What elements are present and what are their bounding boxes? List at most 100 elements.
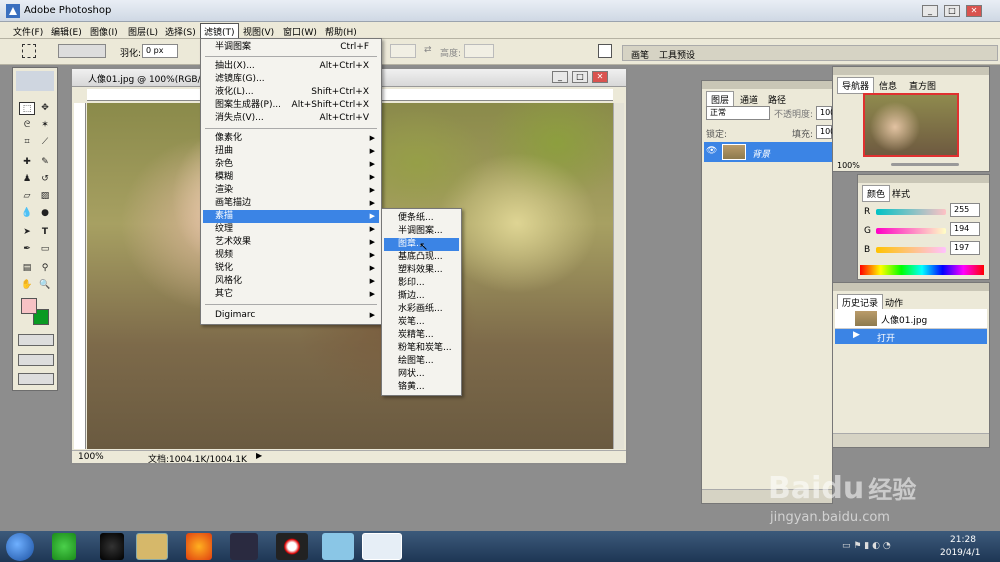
navigator-zoom[interactable]: 100%	[837, 161, 860, 170]
taskbar-player-icon[interactable]	[230, 533, 258, 560]
eyedropper-icon[interactable]: ⚲	[37, 262, 53, 275]
menu-window[interactable]: 窗口(W)	[280, 24, 320, 39]
menu-item-torn-edges[interactable]: 撕边...	[384, 290, 459, 303]
gradient-tool-icon[interactable]: ▨	[37, 190, 53, 203]
taskbar-qq-icon[interactable]	[100, 533, 124, 560]
visibility-eye-icon[interactable]: 👁	[706, 146, 717, 156]
menu-item-noise[interactable]: 杂色 ▶	[203, 158, 379, 171]
menu-item-sketch[interactable]: 素描 ▶	[203, 210, 379, 223]
menu-item-stylize[interactable]: 风格化 ▶	[203, 275, 379, 288]
menu-item-vanishing-point[interactable]: 消失点(V)... Alt+Ctrl+V	[203, 112, 379, 125]
menu-item-blur[interactable]: 模糊 ▶	[203, 171, 379, 184]
start-button[interactable]	[6, 533, 34, 561]
clone-stamp-icon[interactable]: ♟	[19, 173, 35, 186]
menu-image[interactable]: 图像(I)	[87, 24, 121, 39]
shape-tool-icon[interactable]: ▭	[37, 243, 53, 256]
menu-item-artistic[interactable]: 艺术效果 ▶	[203, 236, 379, 249]
navigator-zoom-slider[interactable]	[891, 163, 959, 166]
notes-tool-icon[interactable]: ▤	[19, 262, 35, 275]
hand-tool-icon[interactable]: ✋	[19, 279, 35, 292]
marquee-tool-preset-icon[interactable]	[22, 44, 36, 58]
green-value[interactable]: 194	[950, 222, 980, 236]
slice-tool-icon[interactable]: ⟋	[37, 136, 53, 149]
menu-item-extract[interactable]: 抽出(X)... Alt+Ctrl+X	[203, 60, 379, 73]
maximize-button[interactable]: □	[944, 5, 960, 17]
tab-histogram[interactable]: 直方图	[905, 78, 940, 93]
history-footer-buttons[interactable]	[833, 433, 989, 447]
zoom-tool-icon[interactable]: 🔍	[37, 279, 53, 292]
menu-item-pixelate[interactable]: 像素化 ▶	[203, 132, 379, 145]
dodge-tool-icon[interactable]: ●	[37, 207, 53, 220]
menu-item-brush-strokes[interactable]: 画笔描边 ▶	[203, 197, 379, 210]
taskbar-recorder-icon[interactable]	[276, 533, 308, 560]
navigator-preview[interactable]	[863, 93, 959, 157]
menu-help[interactable]: 帮助(H)	[322, 24, 360, 39]
menu-layer[interactable]: 图层(L)	[125, 24, 161, 39]
taskbar-app-360-icon[interactable]	[52, 533, 76, 560]
taskbar-photoshop-icon[interactable]	[362, 533, 402, 560]
menu-item-charcoal[interactable]: 炭笔...	[384, 316, 459, 329]
width-input[interactable]	[390, 44, 416, 58]
fill-input[interactable]: 100	[816, 125, 835, 139]
menu-item-digimarc[interactable]: Digimarc ▶	[203, 309, 379, 322]
lasso-tool-icon[interactable]: ᘓ	[19, 119, 35, 132]
menu-item-water-paper[interactable]: 水彩画纸...	[384, 303, 459, 316]
healing-brush-icon[interactable]: ✚	[19, 156, 35, 169]
menu-item-pattern-maker[interactable]: 图案生成器(P)... Alt+Shift+Ctrl+X	[203, 99, 379, 112]
menu-item-conte-crayon[interactable]: 炭精笔...	[384, 329, 459, 342]
screen-mode-buttons[interactable]	[18, 354, 54, 366]
history-snapshot-row[interactable]: 人像01.jpg	[835, 309, 987, 329]
tab-navigator[interactable]: 导航器	[837, 77, 875, 94]
tab-channels[interactable]: 通道	[736, 92, 762, 107]
menu-item-last-filter[interactable]: 半调图案 Ctrl+F	[203, 41, 379, 54]
menu-item-note-paper[interactable]: 便条纸...	[384, 212, 459, 225]
tab-brushes[interactable]: 画笔	[627, 47, 653, 62]
history-brush-icon[interactable]: ↺	[37, 173, 53, 186]
taskbar-firefox-icon[interactable]	[186, 533, 212, 560]
selection-mode-buttons[interactable]	[58, 44, 106, 58]
layer-row[interactable]: 👁 背景	[704, 142, 832, 162]
tab-info[interactable]: 信息	[875, 78, 901, 93]
menu-item-render[interactable]: 渲染 ▶	[203, 184, 379, 197]
menu-item-chalk-charcoal[interactable]: 粉笔和炭笔...	[384, 342, 459, 355]
menu-item-halftone-pattern[interactable]: 半调图案...	[384, 225, 459, 238]
menu-item-graphic-pen[interactable]: 绘图笔...	[384, 355, 459, 368]
height-input[interactable]	[464, 44, 494, 58]
menu-select[interactable]: 选择(S)	[162, 24, 199, 39]
green-slider[interactable]	[876, 228, 946, 234]
magic-wand-icon[interactable]: ✶	[37, 119, 53, 132]
taskbar-app-icon[interactable]	[322, 533, 354, 560]
foreground-color-swatch[interactable]	[21, 298, 37, 314]
move-tool-icon[interactable]: ✥	[37, 102, 53, 115]
rectangular-marquee-icon[interactable]: ⬚	[19, 102, 35, 115]
document-zoom[interactable]: 100%	[78, 452, 104, 462]
tab-tool-presets[interactable]: 工具预设	[655, 47, 699, 62]
menu-item-reticulation[interactable]: 网状...	[384, 368, 459, 381]
menu-item-filter-gallery[interactable]: 滤镜库(G)...	[203, 73, 379, 86]
menu-file[interactable]: 文件(F)	[10, 24, 46, 39]
clock-date[interactable]: 2019/4/1	[940, 548, 980, 558]
clock-time[interactable]: 21:28	[950, 535, 976, 545]
doc-minimize-button[interactable]: _	[552, 71, 568, 83]
brush-tool-icon[interactable]: ✎	[37, 156, 53, 169]
color-spectrum-bar[interactable]	[860, 265, 984, 275]
history-step-row[interactable]: ▶ 打开	[835, 329, 987, 344]
menu-item-distort[interactable]: 扭曲 ▶	[203, 145, 379, 158]
red-slider[interactable]	[876, 209, 946, 215]
feather-input[interactable]: 0 px	[142, 44, 178, 58]
taskbar-explorer-icon[interactable]	[136, 533, 168, 560]
jump-to-imageready-icon[interactable]	[18, 373, 54, 385]
menu-item-chrome[interactable]: 铬黄...	[384, 381, 459, 394]
opacity-input[interactable]: 100	[816, 106, 835, 120]
minimize-button[interactable]: _	[922, 5, 938, 17]
blue-slider[interactable]	[876, 247, 946, 253]
history-brush-source-icon[interactable]: ▶	[853, 330, 860, 340]
path-selection-icon[interactable]: ➤	[19, 226, 35, 239]
status-menu-arrow-icon[interactable]: ▶	[256, 451, 262, 460]
menu-item-texture[interactable]: 纹理 ▶	[203, 223, 379, 236]
menu-item-liquify[interactable]: 液化(L)... Shift+Ctrl+X	[203, 86, 379, 99]
red-value[interactable]: 255	[950, 203, 980, 217]
pen-tool-icon[interactable]: ✒	[19, 243, 35, 256]
swap-icon[interactable]: ⇄	[424, 45, 432, 55]
type-tool-icon[interactable]: T	[37, 226, 53, 239]
